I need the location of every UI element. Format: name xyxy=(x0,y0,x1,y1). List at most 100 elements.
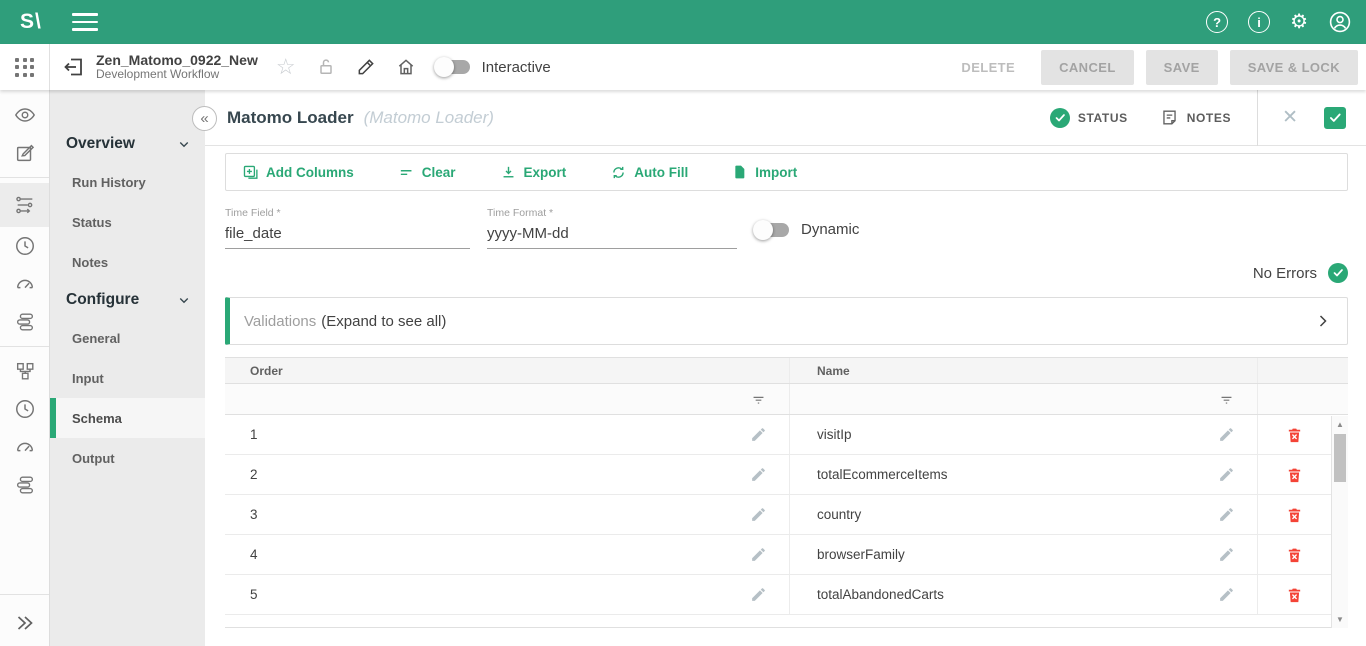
chevron-right-icon xyxy=(1313,311,1333,331)
edit-order-pencil-icon[interactable] xyxy=(750,426,767,443)
time-field-label: Time Field * xyxy=(225,207,470,219)
validations-expander[interactable]: Validations (Expand to see all) xyxy=(225,297,1348,345)
nav-item-general[interactable]: General xyxy=(50,318,205,358)
edit-name-pencil-icon[interactable] xyxy=(1218,506,1235,523)
run-history-clock-icon[interactable] xyxy=(0,227,49,265)
save-and-lock-button[interactable]: SAVE & LOCK xyxy=(1230,50,1358,85)
nav-item-input[interactable]: Input xyxy=(50,358,205,398)
top-app-bar: S\ ? i ⚙ xyxy=(0,0,1366,44)
nav-item-run-history[interactable]: Run History xyxy=(50,162,205,202)
table-vertical-scrollbar[interactable]: ▲ ▼ xyxy=(1331,416,1348,628)
edit-order-pencil-icon[interactable] xyxy=(750,466,767,483)
apps-grid-icon[interactable] xyxy=(15,58,34,77)
table-row: 5 totalAbandonedCarts xyxy=(225,575,1348,615)
time-format-value[interactable]: yyyy-MM-dd xyxy=(487,219,737,249)
edit-name-pencil-icon[interactable] xyxy=(1218,586,1235,603)
stage-enabled-checkbox[interactable] xyxy=(1324,107,1346,129)
edit-name-pencil-icon[interactable] xyxy=(1218,546,1235,563)
name-value: country xyxy=(817,507,861,522)
dynamic-toggle-label: Dynamic xyxy=(801,221,859,238)
info-icon[interactable]: i xyxy=(1248,11,1270,33)
delete-row-trash-icon[interactable] xyxy=(1286,466,1303,484)
hamburger-menu-icon[interactable] xyxy=(72,13,98,31)
nav-item-status[interactable]: Status xyxy=(50,202,205,242)
nav-item-notes[interactable]: Notes xyxy=(50,242,205,282)
nav-item-schema[interactable]: Schema xyxy=(50,398,205,438)
notes-button[interactable]: NOTES xyxy=(1160,108,1231,127)
exit-workflow-icon[interactable] xyxy=(62,55,86,79)
favorite-star-icon[interactable]: ☆ xyxy=(276,56,296,78)
edit-name-pencil-icon[interactable] xyxy=(1218,466,1235,483)
account-icon[interactable] xyxy=(1328,10,1352,34)
status-button[interactable]: STATUS xyxy=(1050,108,1128,128)
edit-name-pencil-icon[interactable] xyxy=(1218,426,1235,443)
delete-row-trash-icon[interactable] xyxy=(1286,586,1303,604)
layers-stack-icon[interactable] xyxy=(0,303,49,341)
add-columns-button[interactable]: Add Columns xyxy=(242,164,354,181)
order-value: 4 xyxy=(250,547,258,562)
no-errors-label: No Errors xyxy=(1253,265,1317,282)
order-value: 3 xyxy=(250,507,258,522)
no-errors-check-icon xyxy=(1328,263,1348,283)
cancel-button[interactable]: CANCEL xyxy=(1041,50,1134,85)
delete-row-trash-icon[interactable] xyxy=(1286,426,1303,444)
export-button[interactable]: Export xyxy=(500,164,567,181)
workflow-header-bar: Zen_Matomo_0922_New Development Workflow… xyxy=(0,44,1366,90)
name-value: totalAbandonedCarts xyxy=(817,587,944,602)
unlock-icon[interactable] xyxy=(316,57,336,77)
delete-button[interactable]: DELETE xyxy=(947,52,1029,83)
pipeline-icon-active[interactable] xyxy=(0,183,49,227)
nav-item-output[interactable]: Output xyxy=(50,438,205,478)
expand-rail-chevrons-icon[interactable] xyxy=(0,600,49,646)
time-field-input[interactable]: Time Field * file_date xyxy=(225,207,470,249)
history-clock-icon[interactable] xyxy=(0,390,49,428)
notes-icon xyxy=(1160,108,1179,127)
time-format-input[interactable]: Time Format * yyyy-MM-dd xyxy=(487,207,737,249)
header-divider xyxy=(1257,90,1258,146)
auto-fill-button[interactable]: Auto Fill xyxy=(610,164,688,181)
interactive-toggle[interactable] xyxy=(436,60,470,74)
edit-order-pencil-icon[interactable] xyxy=(750,586,767,603)
save-button[interactable]: SAVE xyxy=(1146,50,1218,85)
help-icon[interactable]: ? xyxy=(1206,11,1228,33)
delete-row-trash-icon[interactable] xyxy=(1286,546,1303,564)
nav-section-overview[interactable]: Overview xyxy=(50,126,205,162)
home-icon[interactable] xyxy=(396,57,416,77)
edit-order-pencil-icon[interactable] xyxy=(750,546,767,563)
clear-button[interactable]: Clear xyxy=(398,164,456,181)
schema-columns-table: Order Name xyxy=(225,357,1348,628)
time-field-value[interactable]: file_date xyxy=(225,219,470,249)
scroll-up-arrow[interactable]: ▲ xyxy=(1332,420,1348,429)
edit-note-icon[interactable] xyxy=(0,134,49,172)
edit-order-pencil-icon[interactable] xyxy=(750,506,767,523)
gauge-icon-2[interactable] xyxy=(0,428,49,466)
workflow-name: Zen_Matomo_0922_New xyxy=(96,52,258,68)
order-value: 5 xyxy=(250,587,258,602)
nav-section-configure[interactable]: Configure xyxy=(50,282,205,318)
gauge-icon[interactable] xyxy=(0,265,49,303)
settings-gear-icon[interactable]: ⚙ xyxy=(1290,12,1308,32)
time-config-form: Time Field * file_date Time Format * yyy… xyxy=(225,207,1348,249)
close-icon[interactable]: ✕ xyxy=(1282,106,1298,129)
scrollbar-thumb[interactable] xyxy=(1334,434,1346,482)
config-nav-panel: Overview Run History Status Notes Config… xyxy=(50,90,205,646)
order-filter-icon[interactable] xyxy=(750,391,767,408)
name-value: visitIp xyxy=(817,427,852,442)
order-value: 1 xyxy=(250,427,258,442)
brand-logo: S\ xyxy=(20,10,42,34)
preview-eye-icon[interactable] xyxy=(0,96,49,134)
collapse-panel-button[interactable]: « xyxy=(192,106,217,131)
stage-header: « Matomo Loader (Matomo Loader) STATUS xyxy=(205,90,1366,146)
import-button[interactable]: Import xyxy=(732,164,797,180)
name-filter-icon[interactable] xyxy=(1218,391,1235,408)
time-format-label: Time Format * xyxy=(487,207,737,219)
delete-row-trash-icon[interactable] xyxy=(1286,506,1303,524)
layers-stack-icon-2[interactable] xyxy=(0,466,49,504)
name-column-header: Name xyxy=(790,358,1258,383)
edit-pencil-icon[interactable] xyxy=(356,57,376,77)
flow-hierarchy-icon[interactable] xyxy=(0,352,49,390)
scroll-down-arrow[interactable]: ▼ xyxy=(1332,615,1348,624)
order-value: 2 xyxy=(250,467,258,482)
main-panel: « Matomo Loader (Matomo Loader) STATUS xyxy=(205,90,1366,646)
dynamic-toggle[interactable] xyxy=(755,223,789,237)
